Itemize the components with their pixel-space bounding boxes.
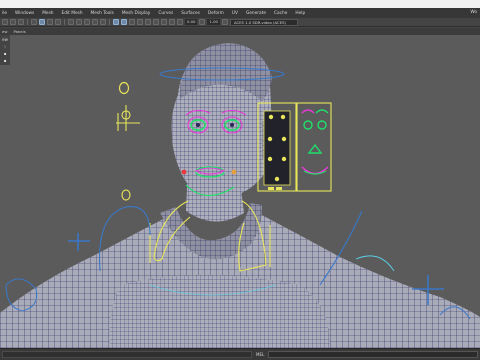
- panel-slider-track: [276, 187, 282, 190]
- toggle-icon[interactable]: ▪: [2, 58, 8, 64]
- panel-slider-knob: [267, 136, 273, 142]
- chest-mesh: [109, 275, 330, 348]
- panel-slider-track: [268, 187, 274, 190]
- panel-menu-view[interactable]: ew: [2, 29, 7, 34]
- mouth-corner-left: [181, 169, 187, 175]
- panel-slider-knob: [280, 114, 286, 120]
- menu-edit-mesh[interactable]: Edit Mesh: [62, 11, 83, 16]
- menu-windows[interactable]: Windows: [15, 11, 34, 16]
- resolution-gate-icon[interactable]: [84, 19, 90, 25]
- paint-select-icon[interactable]: [18, 19, 24, 25]
- window-title-band: [0, 0, 480, 8]
- workspace-label[interactable]: Wo: [470, 10, 477, 15]
- menu-file[interactable]: ile: [2, 11, 7, 16]
- menu-mesh-tools[interactable]: Mesh Tools: [91, 11, 114, 16]
- textured-icon[interactable]: [137, 19, 143, 25]
- panel-slider-knob: [268, 114, 274, 120]
- toggle-icon[interactable]: ▪: [2, 51, 8, 57]
- expression-brow-left: [301, 109, 315, 114]
- lighting-icon[interactable]: [145, 19, 151, 25]
- command-input[interactable]: [268, 351, 478, 358]
- main-menubar: ile Windows Mesh Edit Mesh Mesh Tools Me…: [0, 8, 480, 18]
- view-transform-dropdown[interactable]: ACES 1.0 SDR-video (ACES): [229, 18, 298, 26]
- menu-surfaces[interactable]: Surfaces: [181, 11, 200, 16]
- menu-mesh[interactable]: Mesh: [42, 11, 53, 16]
- xray-icon[interactable]: [161, 19, 167, 25]
- shoulder-aim-control: [121, 189, 131, 201]
- ambient-occlusion-icon[interactable]: [177, 19, 183, 25]
- gamma-icon[interactable]: [199, 19, 206, 25]
- toolbar-divider: [109, 19, 110, 25]
- camera-icon[interactable]: [31, 19, 37, 25]
- view-label: ew: [2, 37, 8, 42]
- gate-mask-icon[interactable]: [92, 19, 98, 25]
- menu-cache[interactable]: Cache: [274, 11, 287, 16]
- status-line-toolbar: 0.00 1.00 ACES 1.0 SDR-video (ACES): [0, 18, 480, 27]
- menu-uv[interactable]: UV: [232, 11, 238, 16]
- expression-brow-right: [315, 109, 329, 114]
- panel-menu-panels[interactable]: Panels: [13, 29, 25, 34]
- menu-generate[interactable]: Generate: [246, 11, 266, 16]
- grid-icon[interactable]: [68, 19, 74, 25]
- head-aim-control: [118, 81, 130, 95]
- lasso-tool-icon[interactable]: [10, 19, 16, 25]
- toolbar-divider: [27, 19, 28, 25]
- mouth-corner-right: [231, 169, 237, 175]
- gamma-field[interactable]: 1.00: [207, 19, 220, 25]
- menu-curves[interactable]: Curves: [158, 11, 173, 16]
- isolate-select-icon[interactable]: [169, 19, 175, 25]
- image-plane-icon[interactable]: [55, 19, 61, 25]
- shadows-icon[interactable]: [153, 19, 159, 25]
- expression-nose: [307, 143, 323, 154]
- panels-dots-icon[interactable]: ⁝: [2, 44, 8, 50]
- menu-help[interactable]: Help: [295, 11, 305, 16]
- expression-eye-left: [303, 120, 313, 130]
- tool-column: ew ⁝ ▪ ▪: [0, 35, 10, 65]
- right-pupil: [230, 123, 234, 127]
- mel-label[interactable]: MEL: [256, 352, 264, 357]
- menu-mesh-display[interactable]: Mesh Display: [122, 11, 151, 16]
- bookmark-icon[interactable]: [47, 19, 53, 25]
- 3d-viewport[interactable]: [0, 35, 480, 348]
- viewport-canvas[interactable]: [0, 35, 480, 348]
- menu-deform[interactable]: Deform: [208, 11, 224, 16]
- arm-pole-control-left: [68, 233, 90, 251]
- select-tool-icon[interactable]: [2, 19, 8, 25]
- color-management-icon[interactable]: [221, 19, 228, 25]
- film-gate-icon[interactable]: [76, 19, 82, 25]
- toolbar-divider: [64, 19, 65, 25]
- persp-camera-icon[interactable]: [39, 19, 45, 25]
- panel-slider-knob: [281, 136, 287, 142]
- panel-slider-knob: [281, 156, 287, 162]
- command-line: MEL: [0, 348, 480, 360]
- panel-slider-knob: [267, 156, 273, 162]
- panel-slider-knob: [274, 176, 280, 182]
- wireframe-icon[interactable]: [113, 19, 119, 25]
- face-panel-inner: [263, 110, 291, 186]
- panel-menubar: ew Panels: [0, 28, 480, 35]
- expression-eye-right: [317, 120, 327, 130]
- safe-title-icon[interactable]: [100, 19, 106, 25]
- exposure-field[interactable]: 0.00: [185, 19, 198, 25]
- left-pupil: [196, 123, 200, 127]
- smooth-shade-icon[interactable]: [121, 19, 127, 25]
- wireframe-on-shaded-icon[interactable]: [129, 19, 135, 25]
- help-line: [2, 351, 252, 358]
